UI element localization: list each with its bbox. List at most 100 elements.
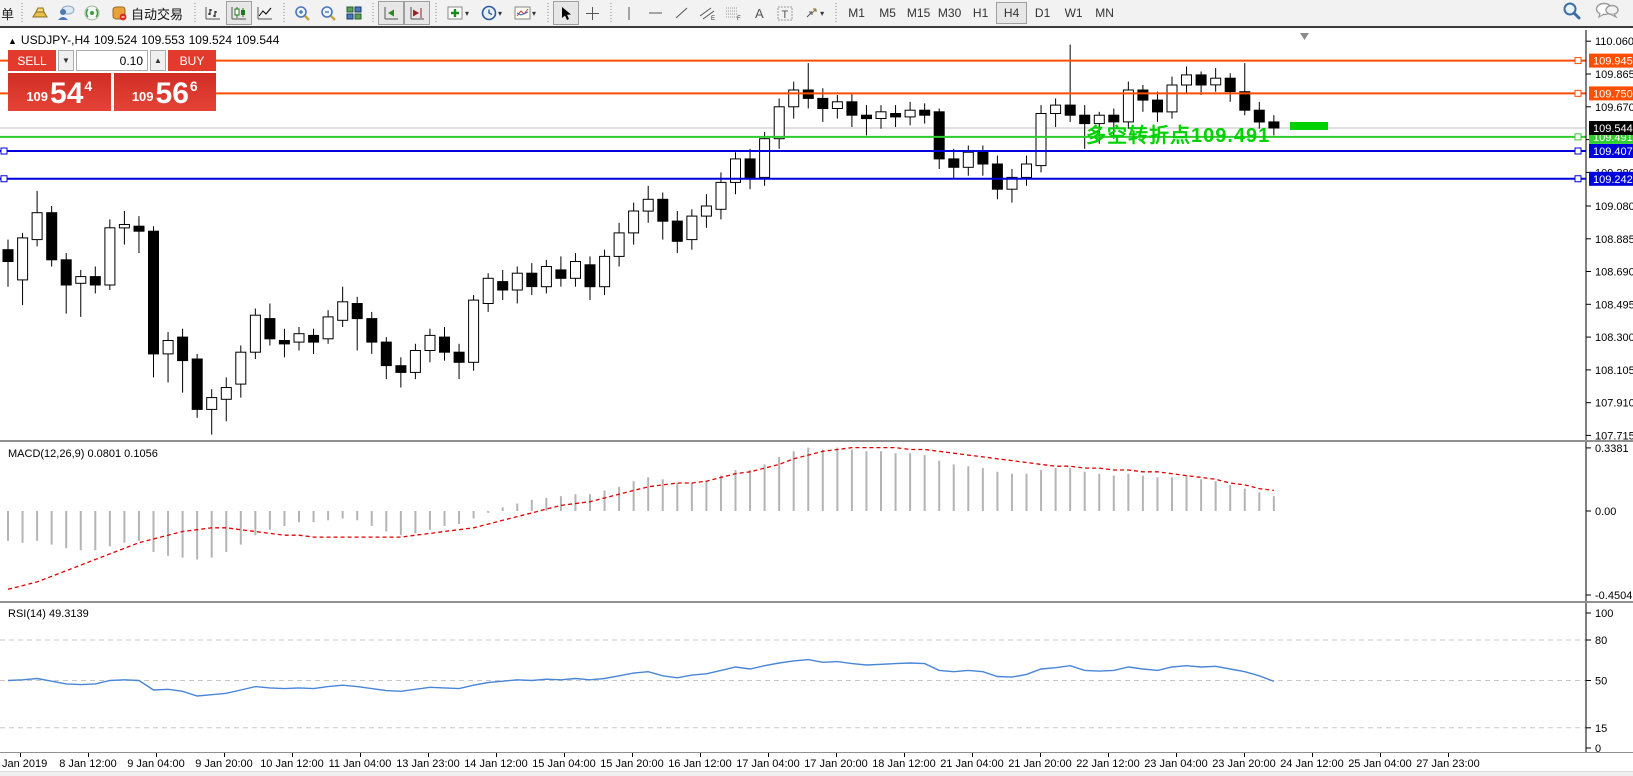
hline-109.242[interactable]: [0, 176, 1586, 182]
buy-price-tile[interactable]: 109 56 6: [114, 73, 217, 111]
one-click-trading-panel: SELL ▼ ▲ BUY 109 54 4 109 56 6: [8, 50, 216, 111]
svg-text:T: T: [782, 9, 789, 21]
toolbar-grip: [432, 3, 439, 23]
templates-icon[interactable]: ▾: [508, 1, 542, 25]
price-chart[interactable]: 110.060109.865109.670109.475109.280109.0…: [0, 30, 1633, 440]
hline-109.945[interactable]: [0, 58, 1586, 64]
annotation-highlight-bar: [1290, 122, 1328, 130]
symbol-period: USDJPY-,H4: [21, 33, 90, 47]
svg-text:108.105: 108.105: [1595, 365, 1633, 377]
tab-timeframe-H4[interactable]: H4: [996, 2, 1027, 24]
time-tick: [292, 753, 293, 757]
toolbar-grip: [369, 3, 376, 23]
market-watch-icon[interactable]: [27, 1, 53, 25]
toolbar-grip: [832, 3, 839, 23]
candlestick-chart-type-icon[interactable]: [226, 1, 252, 25]
time-label: 18 Jan 12:00: [872, 758, 936, 770]
time-tick: [88, 753, 89, 757]
zoom-out-icon[interactable]: [315, 1, 341, 25]
time-tick: [156, 753, 157, 757]
chart-shift-icon[interactable]: [404, 1, 430, 25]
svg-text:0.00: 0.00: [1595, 506, 1616, 518]
volume-decrease-button[interactable]: ▼: [58, 50, 74, 71]
chevron-down-icon[interactable]: ▾: [820, 9, 824, 18]
chevron-down-icon[interactable]: ▾: [498, 9, 502, 18]
time-label: 13 Jan 23:00: [396, 758, 460, 770]
svg-text:109.080: 109.080: [1595, 201, 1633, 213]
price-badge: 109.407: [1589, 144, 1633, 158]
chat-icon[interactable]: [1595, 2, 1619, 25]
horizontal-line-tool-icon[interactable]: [642, 1, 668, 25]
sell-button[interactable]: SELL: [8, 50, 56, 71]
volume-increase-button[interactable]: ▲: [150, 50, 166, 71]
hline-109.407[interactable]: [0, 148, 1586, 154]
new-order-button[interactable]: 单: [0, 1, 16, 25]
crosshair-tool-icon[interactable]: [579, 1, 605, 25]
svg-text:110.060: 110.060: [1595, 36, 1633, 48]
text-tool-icon[interactable]: A: [746, 1, 772, 25]
tab-timeframe-M1[interactable]: M1: [841, 2, 872, 24]
svg-text:-0.4504: -0.4504: [1595, 590, 1632, 601]
svg-text:A: A: [755, 6, 764, 20]
svg-text:107.715: 107.715: [1595, 430, 1633, 440]
tab-timeframe-MN[interactable]: MN: [1089, 2, 1120, 24]
toolbar-grip: [18, 3, 25, 23]
tab-timeframe-M5[interactable]: M5: [872, 2, 903, 24]
svg-text:100: 100: [1595, 608, 1613, 620]
sell-price-tile[interactable]: 109 54 4: [8, 73, 111, 111]
tab-timeframe-M30[interactable]: M30: [934, 2, 965, 24]
line-chart-type-icon[interactable]: [252, 1, 278, 25]
time-tick: [496, 753, 497, 757]
tab-timeframe-H1[interactable]: H1: [965, 2, 996, 24]
time-label: 17 Jan 04:00: [736, 758, 800, 770]
toolbar-grip: [544, 3, 551, 23]
tab-timeframe-W1[interactable]: W1: [1058, 2, 1089, 24]
arrows-tool-icon[interactable]: ▾: [798, 1, 830, 25]
vertical-line-tool-icon[interactable]: [616, 1, 642, 25]
auto-scroll-icon[interactable]: [378, 1, 404, 25]
tab-timeframe-M15[interactable]: M15: [903, 2, 934, 24]
bar-chart-type-icon[interactable]: [200, 1, 226, 25]
time-tick: [1448, 753, 1449, 757]
time-tick: [768, 753, 769, 757]
mql5-community-icon[interactable]: [53, 1, 79, 25]
time-tick: [836, 753, 837, 757]
chevron-down-icon[interactable]: ▾: [532, 9, 536, 18]
time-tick: [1108, 753, 1109, 757]
fibonacci-tool-icon[interactable]: F: [720, 1, 746, 25]
line-handle: [1575, 148, 1581, 154]
time-label: 16 Jan 12:00: [668, 758, 732, 770]
trendline-tool-icon[interactable]: [668, 1, 694, 25]
time-label: 22 Jan 12:00: [1076, 758, 1140, 770]
text-label-tool-icon[interactable]: T: [772, 1, 798, 25]
sell-price-big: 54: [50, 80, 83, 108]
time-axis[interactable]: 7 Jan 20198 Jan 12:009 Jan 04:009 Jan 20…: [0, 753, 1633, 771]
search-icon[interactable]: [1562, 1, 1581, 25]
channel-tool-icon[interactable]: E: [694, 1, 720, 25]
tile-windows-icon[interactable]: [341, 1, 367, 25]
svg-text:109.407: 109.407: [1593, 146, 1633, 158]
zoom-in-icon[interactable]: [289, 1, 315, 25]
indicators-icon[interactable]: ▾: [441, 1, 475, 25]
volume-input[interactable]: [76, 50, 148, 71]
periods-icon[interactable]: ▾: [475, 1, 508, 25]
time-label: 24 Jan 12:00: [1280, 758, 1344, 770]
time-tick: [20, 753, 21, 757]
cursor-tool-icon[interactable]: [553, 1, 579, 25]
ohlc-open: 109.524: [94, 33, 137, 47]
autotrading-button[interactable]: 自动交易: [105, 1, 189, 25]
price-badge: 109.242: [1589, 172, 1633, 186]
tab-timeframe-D1[interactable]: D1: [1027, 2, 1058, 24]
time-label: 17 Jan 20:00: [804, 758, 868, 770]
hline-109.491[interactable]: [0, 134, 1586, 140]
chevron-down-icon[interactable]: ▾: [465, 9, 469, 18]
toolbar-grip: [607, 3, 614, 23]
time-label: 21 Jan 20:00: [1008, 758, 1072, 770]
svg-text:109.544: 109.544: [1593, 123, 1633, 135]
time-label: 23 Jan 20:00: [1212, 758, 1276, 770]
collapse-panel-icon[interactable]: ▲: [8, 36, 17, 46]
ohlc-close: 109.544: [236, 33, 279, 47]
sell-price-sup: 4: [84, 78, 92, 94]
buy-button[interactable]: BUY: [168, 50, 216, 71]
signals-icon[interactable]: [79, 1, 105, 25]
